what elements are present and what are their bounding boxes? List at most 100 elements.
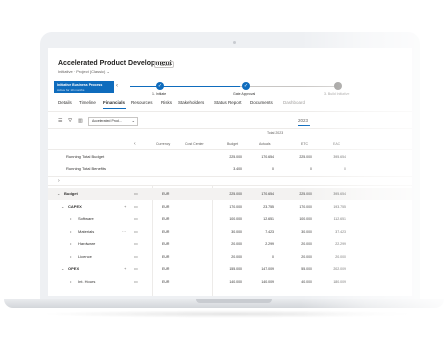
table-row[interactable]: ⌄ CAPEX + ▭ EUR 170.000 23.755 170.000 193.755 xyxy=(48,201,412,213)
row-label: Hardware xyxy=(78,241,96,246)
add-row-plus-icon[interactable]: + xyxy=(124,204,126,209)
tab-stakeholders[interactable]: Stakeholders xyxy=(178,100,204,105)
cost-center-header: Cost Center xyxy=(185,142,204,146)
row-label: Budget xyxy=(64,191,78,196)
table-icon[interactable]: ▥ xyxy=(78,118,83,124)
eac-header: EAC xyxy=(333,142,341,146)
bullet-icon: • xyxy=(70,278,72,284)
comment-icon[interactable]: ▭ xyxy=(134,191,138,196)
collapse-columns-chevron-icon[interactable]: ‹ xyxy=(134,141,136,147)
tab-financials[interactable]: Financials xyxy=(103,100,125,105)
comment-icon[interactable]: ▭ xyxy=(134,279,138,284)
etc-cell: 0 xyxy=(310,167,312,171)
actuals-cell: 140.009 xyxy=(261,279,274,284)
currency-cell: EUR xyxy=(162,254,170,259)
entity-subtitle[interactable]: Initiative · Project (Classic) ⌄ xyxy=(58,69,110,74)
comment-icon[interactable]: ▭ xyxy=(134,254,138,259)
eac-cell: 180.009 xyxy=(333,279,346,284)
comment-icon[interactable]: ▭ xyxy=(134,216,138,221)
budget-cell: 3.400 xyxy=(233,167,242,171)
tab-risks[interactable]: Risks xyxy=(161,100,172,105)
etc-cell: 20.000 xyxy=(301,242,312,246)
etc-cell: 40.000 xyxy=(301,279,312,284)
comment-icon[interactable]: ▭ xyxy=(134,241,138,246)
budget-cell: 20.000 xyxy=(231,242,242,246)
year-underline xyxy=(298,125,310,126)
project-dropdown[interactable]: Accelerated Prod... ⌄ xyxy=(88,117,138,126)
currency-cell: EUR xyxy=(162,217,170,221)
comment-icon[interactable]: ▭ xyxy=(134,266,138,271)
bullet-icon: • xyxy=(70,228,72,234)
stage-line-done xyxy=(130,86,240,87)
laptop-shadow xyxy=(40,310,420,318)
row-label: Software xyxy=(78,216,94,221)
more-options-icon[interactable]: ··· xyxy=(122,229,126,234)
currency-cell: EUR xyxy=(162,229,170,234)
etc-cell: 225.000 xyxy=(299,192,312,196)
row-label: Materials xyxy=(78,228,95,234)
stage-line-pending xyxy=(240,86,340,87)
table-row[interactable]: ⌄ OPEX + ▭ EUR 155.000 147.009 55.000 202.009 xyxy=(48,263,412,275)
list-icon[interactable]: ☰ xyxy=(58,118,62,124)
stage-3-label: 3. Build Initiative xyxy=(324,92,350,96)
bpf-duration: Active for 10 months xyxy=(57,88,85,92)
total-year-header: Total 2023 xyxy=(267,131,284,135)
comment-icon[interactable]: ▭ xyxy=(134,229,138,234)
table-row[interactable]: • Materials ··· ▭ EUR 30.000 7.423 30.000 37.423 xyxy=(48,226,412,238)
stage-2-check-icon[interactable]: ✓ xyxy=(242,82,250,90)
actuals-cell: 7.423 xyxy=(265,229,274,234)
eac-cell: 0 xyxy=(344,167,346,171)
tab-status-report[interactable]: Status Report xyxy=(214,100,242,105)
tab-documents[interactable]: Documents xyxy=(250,100,273,105)
table-row[interactable]: • Licence ▭ EUR 20.000 0 20.000 20.000 xyxy=(48,251,412,263)
eac-cell: 395.654 xyxy=(333,155,346,159)
eac-cell: 193.755 xyxy=(333,204,346,209)
tab-details[interactable]: Details xyxy=(58,100,72,105)
table-row[interactable]: • Hardware ▭ EUR 20.000 2.299 20.000 22.299 xyxy=(48,238,412,250)
budget-cell: 20.000 xyxy=(231,254,242,259)
app-screen: Accelerated Product Development - Saved … xyxy=(48,48,412,296)
currency-cell: EUR xyxy=(162,279,170,284)
tab-resources[interactable]: Resources xyxy=(131,100,153,105)
row-label: Licence xyxy=(78,253,92,259)
business-process-flag[interactable]: Initiative Business Process Active for 1… xyxy=(54,81,114,93)
expand-row-chevron-icon[interactable]: ⌄ xyxy=(61,266,64,271)
budget-cell: 225.000 xyxy=(229,192,242,196)
comment-icon[interactable]: ▭ xyxy=(134,204,138,209)
year-selector[interactable]: 2023 xyxy=(298,118,308,123)
actuals-cell: 147.009 xyxy=(261,267,274,271)
row-label: Running Total Benefits xyxy=(66,166,106,171)
tab-timeline[interactable]: Timeline xyxy=(79,100,96,105)
eac-cell: 20.000 xyxy=(335,254,346,259)
stage-3-circle-icon[interactable] xyxy=(334,82,342,90)
running-divider xyxy=(48,176,412,177)
expand-row-chevron-icon[interactable]: ⌄ xyxy=(61,204,64,209)
filter-icon[interactable]: ⛛ xyxy=(68,118,72,124)
actuals-cell: 170.654 xyxy=(261,192,274,196)
camera-dot xyxy=(233,41,236,44)
budget-cell: 30.000 xyxy=(231,229,242,234)
expand-row-chevron-icon[interactable]: ⌄ xyxy=(57,191,60,196)
tab-dashboard[interactable]: Dashboard xyxy=(283,100,305,105)
eac-cell: 202.009 xyxy=(333,267,346,271)
etc-cell: 170.000 xyxy=(299,204,312,209)
stage-1-check-icon[interactable]: ✓ xyxy=(156,82,164,90)
tab-divider xyxy=(48,111,412,112)
currency-cell: EUR xyxy=(162,267,170,271)
active-tab-indicator xyxy=(103,108,126,109)
table-row[interactable]: • Int. Hours ▭ EUR 140.000 140.009 40.000 180.0… xyxy=(48,276,412,288)
currency-cell: EUR xyxy=(162,192,170,196)
expand-chevron-icon[interactable]: › xyxy=(58,178,60,184)
bpf-title: Initiative Business Process xyxy=(57,83,103,87)
actuals-cell: 23.755 xyxy=(263,204,274,209)
actuals-header: Actuals xyxy=(259,142,271,146)
saved-badge: - Saved xyxy=(154,61,174,68)
bpf-back-chevron-icon[interactable]: ‹ xyxy=(116,83,118,89)
actuals-cell: 0 xyxy=(272,254,274,259)
row-label: OPEX xyxy=(68,266,80,271)
add-row-plus-icon[interactable]: + xyxy=(124,266,126,271)
table-row[interactable]: • Software ▭ EUR 100.000 12.651 100.000 112.651 xyxy=(48,213,412,225)
toolbar-divider xyxy=(48,128,412,129)
project-dropdown-value: Accelerated Prod... xyxy=(92,119,122,123)
table-row[interactable]: ⌄ Budget ▭ EUR 225.000 170.654 225.000 395.654 xyxy=(48,188,412,200)
